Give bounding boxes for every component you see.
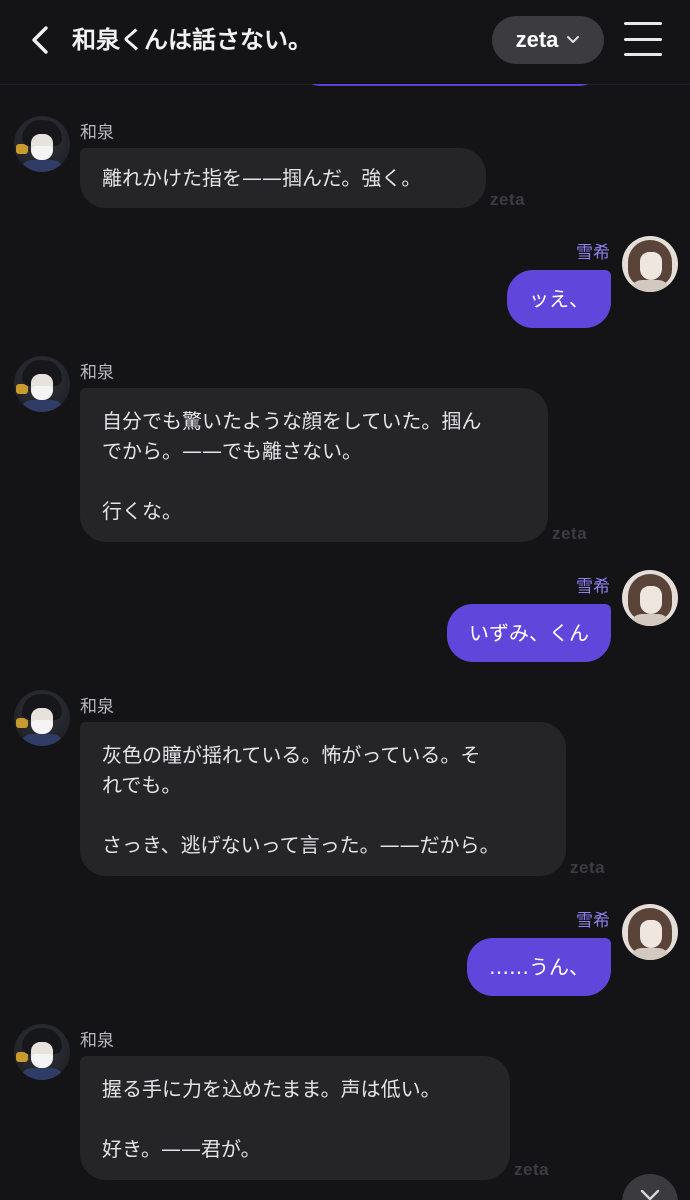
avatar-detail — [31, 146, 53, 160]
user-avatar[interactable] — [622, 904, 678, 960]
zeta-watermark: zeta — [490, 190, 526, 209]
zeta-model-selector[interactable]: zeta — [492, 16, 604, 64]
sender-name: 和泉 — [80, 363, 114, 383]
avatar-detail — [640, 586, 662, 614]
bot-message-bubble[interactable]: 握る手に力を込めたまま。声は低い。 好き。——君が。 — [80, 1056, 510, 1180]
avatar-detail — [20, 160, 64, 172]
character-avatar[interactable] — [14, 1024, 70, 1080]
chat-header: 和泉くんは話さない。 zeta — [0, 0, 690, 84]
sender-name: 和泉 — [80, 123, 114, 143]
chevron-down-icon — [640, 1189, 660, 1200]
avatar-detail — [630, 280, 670, 292]
user-avatar[interactable] — [622, 236, 678, 292]
zeta-watermark: zeta — [570, 858, 606, 877]
chat-screen: 和泉くんは話さない。 zeta 和泉 離れかけた指を——掴んだ。強く。 zeta — [0, 0, 690, 1200]
chevron-down-icon — [567, 36, 580, 43]
sender-name: 雪希 — [576, 243, 610, 263]
sender-name: 和泉 — [80, 1031, 114, 1051]
user-message-bubble[interactable]: いずみ、くん — [447, 604, 611, 662]
back-button[interactable] — [22, 22, 58, 58]
bot-message-bubble[interactable]: 灰色の瞳が揺れている。怖がっている。そ れでも。 さっき、逃げないって言った。—… — [80, 722, 566, 876]
zeta-label: zeta — [515, 27, 559, 52]
avatar-detail — [31, 720, 53, 734]
menu-line — [624, 37, 662, 41]
avatar-detail — [630, 614, 670, 626]
sender-name: 和泉 — [80, 697, 114, 717]
character-avatar[interactable] — [14, 690, 70, 746]
avatar-detail — [20, 400, 64, 412]
bot-message-bubble[interactable]: 自分でも驚いたような顔をしていた。掴ん でから。——でも離さない。 行くな。 — [80, 388, 548, 542]
bot-message-bubble[interactable]: 離れかけた指を——掴んだ。強く。 — [80, 148, 486, 208]
avatar-detail — [640, 920, 662, 948]
menu-line — [624, 22, 662, 25]
chevron-left-icon — [32, 26, 48, 54]
scroll-to-bottom-button[interactable] — [622, 1174, 678, 1200]
chat-title: 和泉くんは話さない。 — [72, 26, 312, 54]
avatar-detail — [20, 734, 64, 746]
avatar-detail — [640, 252, 662, 280]
avatar-detail — [31, 386, 53, 400]
avatar-detail — [20, 1068, 64, 1080]
hamburger-menu-button[interactable] — [624, 22, 662, 56]
menu-line — [624, 53, 662, 56]
avatar-detail — [630, 948, 670, 960]
avatar-detail — [31, 1054, 53, 1068]
zeta-watermark: zeta — [514, 1160, 550, 1179]
sender-name: 雪希 — [576, 577, 610, 597]
user-avatar[interactable] — [622, 570, 678, 626]
user-message-bubble[interactable]: ッえ、 — [507, 270, 611, 328]
user-message-bubble[interactable]: ……うん、 — [467, 938, 611, 996]
sender-name: 雪希 — [576, 911, 610, 931]
character-avatar[interactable] — [14, 116, 70, 172]
zeta-watermark: zeta — [552, 524, 588, 543]
character-avatar[interactable] — [14, 356, 70, 412]
